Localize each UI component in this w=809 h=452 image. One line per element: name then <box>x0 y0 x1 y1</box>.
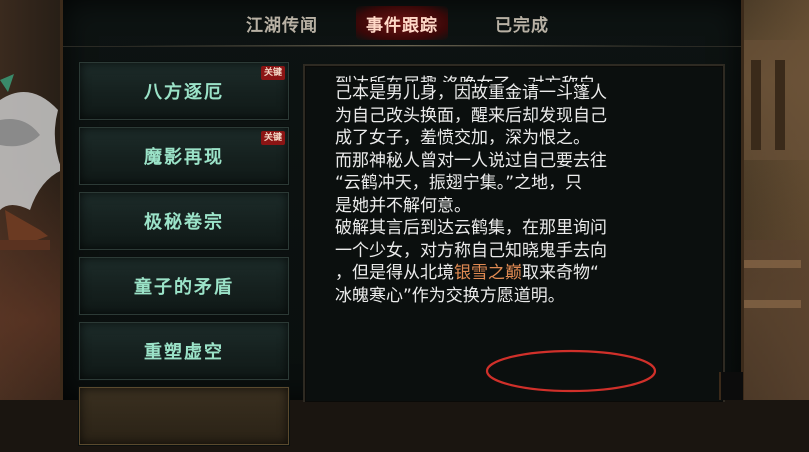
quest-item[interactable]: 八方逐厄 关键 <box>79 62 289 120</box>
quest-title: 魔影再现 <box>144 147 224 168</box>
story-line: 成了女子，羞愤交加，深为恨之。 <box>335 128 590 148</box>
quest-item[interactable]: 极秘卷宗 <box>79 192 289 250</box>
quest-item[interactable]: 重塑虚空 <box>79 322 289 380</box>
story-line: 破解其言后到达云鹤集，在那里询问 <box>335 218 607 238</box>
key-quest-badge: 关键 <box>260 131 285 145</box>
tab-rumors[interactable]: 江湖传闻 <box>222 0 342 46</box>
story-line: ，但是得从北境银雪之巅取来奇物“ <box>335 262 701 285</box>
story-line: “云鹤冲天，振翅宁集。”之地，只 <box>335 173 583 193</box>
quest-list: 八方逐厄 关键 魔影再现 关键 极秘卷宗 童子的矛盾 重塑虚空 <box>79 62 289 452</box>
story-line: 为自己改头换面，醒来后却发现自己 <box>335 105 607 126</box>
bird-character-art <box>0 74 62 250</box>
story-line: 而那神秘人曾对一人说过自己要去往 <box>335 150 607 171</box>
story-line: 己本是男儿身，因故重金请一斗篷人 <box>335 83 607 103</box>
quest-description-text: 到达所在居趣 洛晚女了，对方称自 己本是男儿身，因故重金请一斗篷人 为自己改头换… <box>335 74 701 307</box>
tab-label: 事件跟踪 <box>366 15 438 36</box>
quest-title: 重塑虚空 <box>144 342 224 363</box>
story-segment: ，但是得从北境 <box>335 263 454 283</box>
story-line: 是她并不解何意。 <box>335 195 471 216</box>
story-segment: 取来奇物“ <box>522 263 599 283</box>
quest-item-selected[interactable] <box>79 387 289 445</box>
quest-log-panel: 江湖传闻 事件跟踪 已完成 八方逐厄 关键 魔影再现 关键 极秘卷宗 童子的矛盾… <box>60 0 744 445</box>
tab-completed[interactable]: 已完成 <box>462 0 582 46</box>
location-highlight: 银雪之巅 <box>454 263 522 283</box>
tab-label: 已完成 <box>495 15 549 36</box>
panel-corner-ornament <box>719 372 743 400</box>
story-line: 到达所在居趣 洛晚女了，对方称自 <box>335 74 701 82</box>
tab-label: 江湖传闻 <box>246 15 318 36</box>
key-quest-badge: 关键 <box>260 66 285 80</box>
quest-tab-bar: 江湖传闻 事件跟踪 已完成 <box>63 0 741 47</box>
quest-item[interactable]: 童子的矛盾 <box>79 257 289 315</box>
story-line: 冰魄寒心”作为交换方愿道明。 <box>335 285 565 306</box>
tab-event-tracking[interactable]: 事件跟踪 <box>342 0 462 46</box>
quest-title: 八方逐厄 <box>144 82 224 103</box>
red-circle-annotation <box>485 349 657 393</box>
quest-item[interactable]: 魔影再现 关键 <box>79 127 289 185</box>
quest-title: 极秘卷宗 <box>144 212 224 233</box>
quest-description-panel[interactable]: 到达所在居趣 洛晚女了，对方称自 己本是男儿身，因故重金请一斗篷人 为自己改头换… <box>303 64 725 402</box>
quest-title: 童子的矛盾 <box>134 277 234 298</box>
story-line: 一个少女，对方称自己知晓鬼手去向 <box>335 240 607 261</box>
tab-divider <box>123 45 681 46</box>
